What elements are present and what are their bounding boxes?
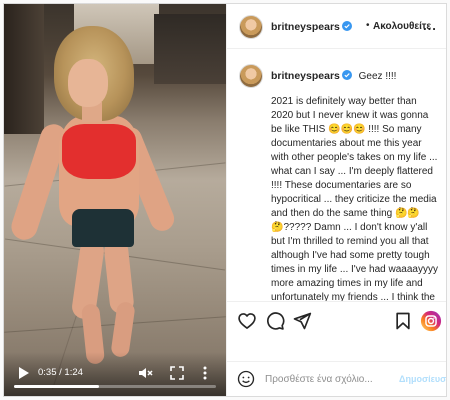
video-frame-dancer [4,4,226,396]
video-time: 0:35 / 1:24 [38,367,83,378]
dancer-shorts [72,209,134,247]
dancer-face [68,59,108,107]
heart-icon[interactable] [237,311,257,331]
video-controls: 0:35 / 1:24 [4,352,226,396]
separator-dot: • [366,20,370,31]
post-side-panel: britneyspears • Ακολουθείτε ... britneys… [226,4,446,396]
share-icon[interactable] [292,311,312,331]
bookmark-icon[interactable] [393,311,413,331]
header-username-text[interactable]: britneyspears [271,21,340,33]
comment-input[interactable] [265,370,395,388]
verified-badge-icon [341,70,352,80]
more-options-button[interactable]: ... [423,18,437,33]
video-progress-fill [14,385,99,388]
duration: 1:24 [64,367,83,378]
video-progress-track[interactable] [14,385,216,388]
caption: britneyspears Geez !!!! 2021 is definite… [271,69,439,301]
fullscreen-icon[interactable] [169,365,185,381]
caption-title: Geez !!!! [358,71,397,82]
video-player[interactable]: 0:35 / 1:24 [4,4,226,396]
dancer-red-top [62,124,136,179]
caption-username-text[interactable]: britneyspears [271,70,340,82]
instagram-embed-card: 0:35 / 1:24 britneyspears • Ακολουθείτε … [3,3,447,397]
current-time: 0:35 [38,367,57,378]
caption-area: britneyspears Geez !!!! 2021 is definite… [227,50,446,301]
post-actions [227,301,446,341]
avatar[interactable] [239,64,263,88]
comment-icon[interactable] [265,311,285,331]
post-comment-button[interactable]: Δημοσίευση [399,374,446,384]
instagram-icon[interactable] [420,310,442,332]
caption-body: 2021 is definitely way better than 2020 … [271,96,438,301]
post-header: britneyspears • Ακολουθείτε ... [227,4,446,49]
avatar[interactable] [239,15,263,39]
caption-username[interactable]: britneyspears [271,70,352,82]
play-icon[interactable] [16,366,30,380]
more-options-icon[interactable] [198,365,212,381]
verified-badge-icon [341,21,352,31]
emoji-icon[interactable] [237,370,255,388]
header-username[interactable]: britneyspears [271,21,352,33]
comment-bar: Δημοσίευση [227,361,446,396]
muted-speaker-icon[interactable] [137,365,153,381]
